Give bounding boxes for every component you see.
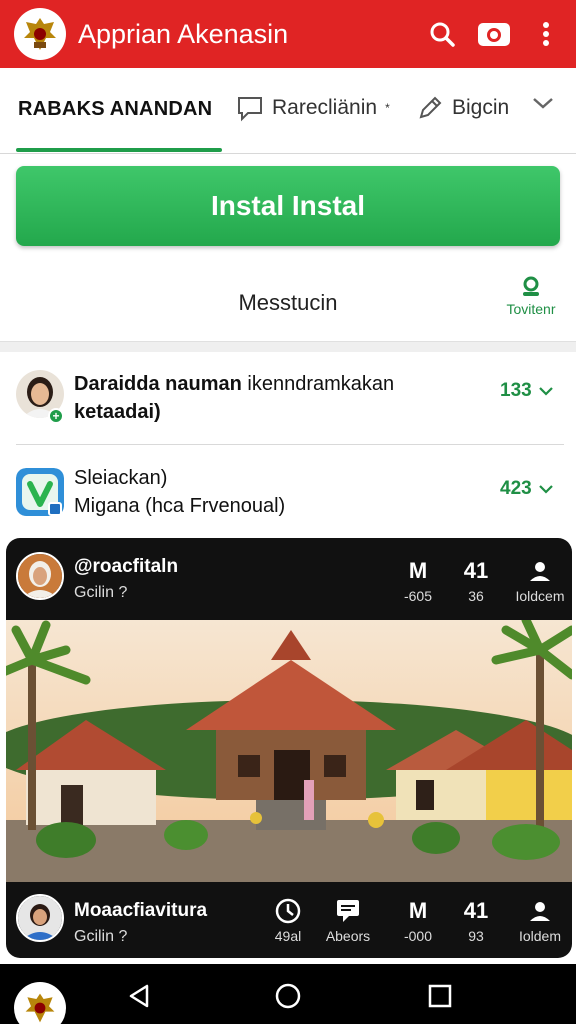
- stat-media[interactable]: M -000: [386, 898, 450, 944]
- card-subtitle: Gcilin ?: [74, 584, 128, 601]
- list-item-text: Sleiackan) Migana (hca Frvenoual): [74, 464, 285, 520]
- media-icon: M: [408, 558, 428, 583]
- list-item[interactable]: + Daraidda nauman ikenndramkakan ketaada…: [0, 356, 576, 444]
- card-header: @roacfitaln Gcilin ? M -605 41 36 Ioldce…: [6, 538, 572, 620]
- camera-icon[interactable]: [472, 12, 516, 56]
- stat-comments[interactable]: Abeors: [316, 898, 380, 944]
- card-subtitle: Gcilin ?: [74, 928, 128, 945]
- list-item-text: Daraidda nauman ikenndramkakan ketaadai): [74, 370, 394, 426]
- follow-label: Tovitenr: [506, 301, 556, 317]
- stat-value: Abeors: [325, 928, 371, 944]
- person-icon: [508, 898, 572, 924]
- person-add-icon: [523, 276, 539, 296]
- tab-indicator: [16, 148, 222, 152]
- list-item-title-bold: Daraidda nauman: [74, 373, 242, 395]
- stat-profile[interactable]: Ioldcem: [508, 558, 572, 604]
- chevron-down-icon: [538, 485, 553, 494]
- stat-value: 36: [468, 588, 484, 604]
- stat-media[interactable]: M -605: [386, 558, 450, 604]
- stat-shares[interactable]: 41 93: [444, 898, 508, 944]
- recents-icon[interactable]: [422, 978, 458, 1014]
- list-item-count-value: 423: [500, 478, 532, 499]
- list-divider: [16, 444, 564, 445]
- card-username[interactable]: @roacfitaln: [74, 556, 178, 578]
- message-label[interactable]: Messtucin: [0, 290, 576, 316]
- share-count-icon: 41: [463, 558, 489, 583]
- tab-comments-mark: *: [385, 101, 390, 115]
- share-count-icon: 41: [463, 898, 489, 923]
- tab-comments[interactable]: Rarecliänin *: [236, 94, 390, 122]
- stat-shares[interactable]: 41 36: [444, 558, 508, 604]
- verified-badge-icon: +: [48, 408, 64, 424]
- stat-value: 93: [468, 928, 484, 944]
- app-bar: Apprian Akenasin: [0, 0, 576, 68]
- message-row: Messtucin Tovitenr: [0, 258, 576, 342]
- home-icon[interactable]: [270, 978, 306, 1014]
- list-item-count[interactable]: 133: [500, 380, 554, 402]
- card-username[interactable]: Moaacfiavitura: [74, 900, 207, 922]
- back-icon[interactable]: [122, 978, 158, 1014]
- stat-value: Ioldem: [518, 928, 562, 944]
- app-title: Apprian Akenasin: [78, 18, 289, 49]
- list-item-count-value: 133: [500, 380, 532, 401]
- media-card[interactable]: @roacfitaln Gcilin ? M -605 41 36 Ioldce…: [6, 538, 572, 958]
- info-badge-icon: [48, 502, 62, 516]
- list-item-title-rest: ikenndramkakan: [247, 373, 395, 395]
- avatar[interactable]: [16, 894, 64, 942]
- stat-clock[interactable]: 49al: [256, 898, 320, 944]
- emblem-logo[interactable]: [14, 982, 66, 1024]
- install-button[interactable]: Instal Instal: [16, 166, 560, 246]
- system-nav-bar: [0, 964, 576, 1024]
- stat-value: Ioldcem: [515, 588, 565, 604]
- stat-value: 49al: [274, 928, 302, 944]
- list-item-title: Sleiackan): [74, 467, 168, 489]
- chevron-down-icon[interactable]: [532, 96, 554, 115]
- emblem-logo[interactable]: [14, 8, 66, 60]
- list-item-count[interactable]: 423: [500, 478, 554, 500]
- tab-active[interactable]: RABAKS ANANDAN: [18, 98, 212, 121]
- tab-edit-label: Bigcin: [452, 96, 510, 119]
- comment-icon: [238, 97, 262, 122]
- card-footer: Moaacfiavitura Gcilin ? 49al Abeors M -0…: [6, 882, 572, 958]
- clock-icon: [256, 898, 320, 924]
- stat-value: -000: [403, 928, 433, 944]
- chat-icon: [316, 898, 380, 924]
- pencil-icon: [419, 96, 442, 119]
- tab-comments-label: Rarecliänin: [272, 96, 378, 119]
- section-gap: [0, 342, 576, 352]
- post-image[interactable]: [6, 620, 572, 882]
- avatar[interactable]: [16, 552, 64, 600]
- stat-value: -605: [403, 588, 433, 604]
- more-vert-icon[interactable]: [524, 12, 568, 56]
- media-icon: M: [408, 898, 428, 923]
- tab-bar: RABAKS ANANDAN Rarecliänin * Bigcin: [0, 68, 576, 154]
- follow-action[interactable]: Tovitenr: [498, 276, 564, 317]
- list-item-subtitle: ketaadai): [74, 401, 161, 423]
- chevron-down-icon: [538, 387, 553, 396]
- list-item[interactable]: Sleiackan) Migana (hca Frvenoual) 423: [0, 448, 576, 534]
- search-icon[interactable]: [420, 12, 464, 56]
- list-item-subtitle: Migana (hca Frvenoual): [74, 495, 286, 517]
- tab-edit[interactable]: Bigcin: [416, 94, 509, 122]
- person-icon: [508, 558, 572, 584]
- stat-profile[interactable]: Ioldem: [508, 898, 572, 944]
